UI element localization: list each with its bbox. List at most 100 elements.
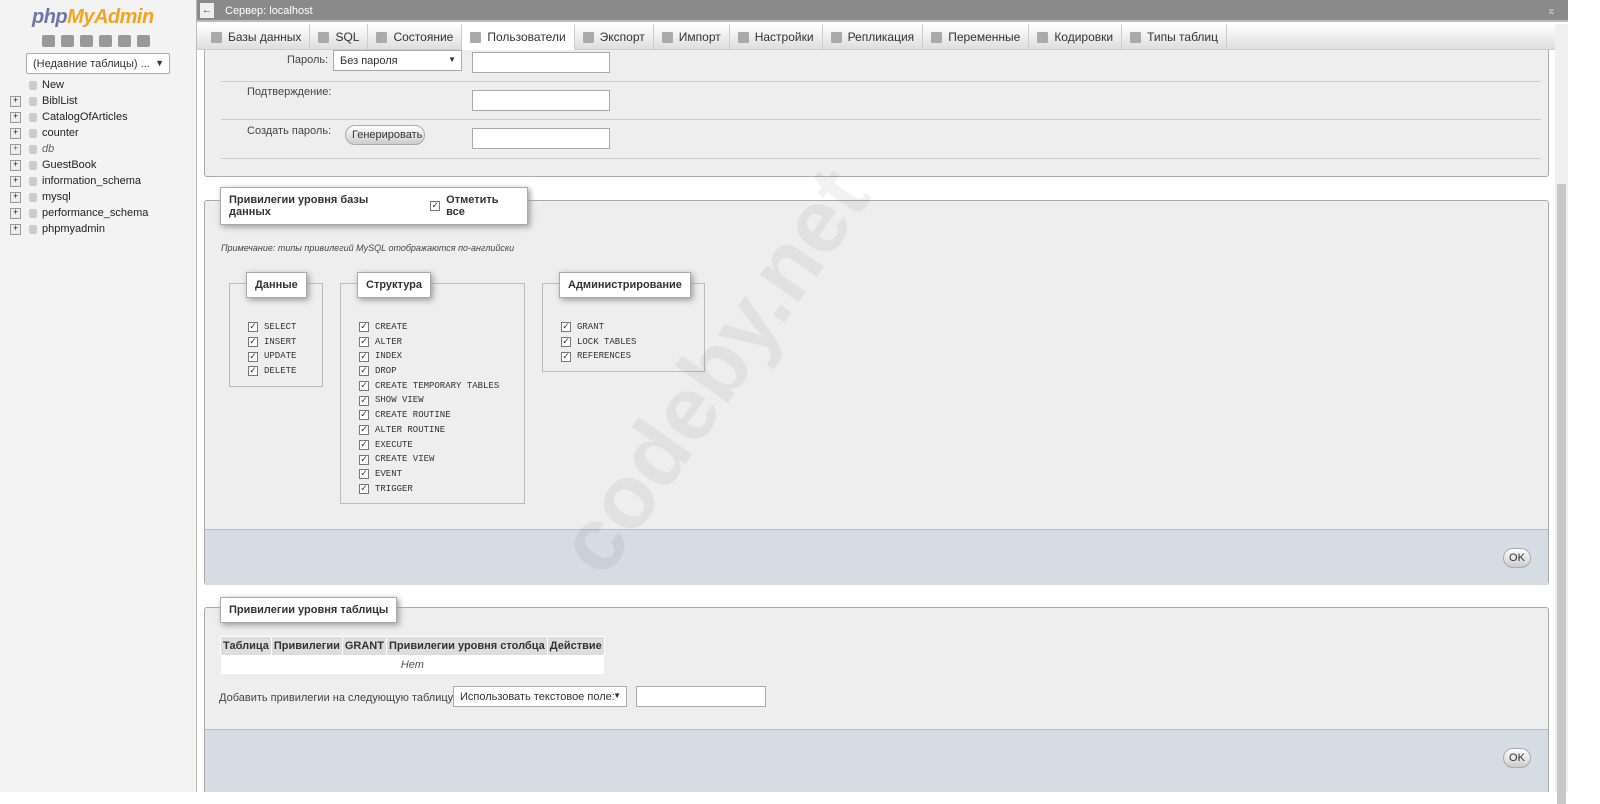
privilege-grant[interactable]: ✓ GRANT [561,320,636,335]
tab-import[interactable]: Импорт [654,24,730,50]
tab-status[interactable]: Состояние [368,24,463,50]
checkbox-checked-icon[interactable]: ✓ [359,483,369,494]
privilege-execute[interactable]: ✓ EXECUTE [359,438,499,453]
privilege-insert[interactable]: ✓ INSERT [248,335,296,350]
scrollbar-thumb[interactable] [1557,184,1566,804]
checkbox-checked-icon[interactable]: ✓ [430,201,441,211]
privilege-event[interactable]: ✓ EVENT [359,467,499,482]
db-guestbook[interactable]: GuestBook [10,157,148,173]
tab-variables[interactable]: Переменные [923,24,1030,50]
password-type-select[interactable]: Без пароля ▼ [333,50,462,71]
db-bibllist[interactable]: BiblList [10,93,148,109]
tab-label: Пользователи [487,30,566,44]
checkbox-checked-icon[interactable]: ✓ [359,351,369,362]
db-phpmyadmin[interactable]: phpmyadmin [10,221,148,237]
reload-icon[interactable] [137,35,150,47]
db-performance-schema[interactable]: performance_schema [10,205,148,221]
generate-label: Создать пароль: [247,125,332,137]
group-legend-data: Данные [246,272,307,298]
home-icon[interactable] [42,35,55,47]
db-privileges-legend: Привилегии уровня базы данных ✓ Отметить … [220,187,528,225]
privilege-lock-tables[interactable]: ✓ LOCK TABLES [561,335,636,350]
privilege-trigger[interactable]: ✓ TRIGGER [359,482,499,497]
confirm-password-input[interactable] [472,90,610,111]
checkbox-checked-icon[interactable]: ✓ [561,322,571,333]
db-counter[interactable]: counter [10,125,148,141]
checkbox-checked-icon[interactable]: ✓ [359,425,369,436]
privilege-alter-routine[interactable]: ✓ ALTER ROUTINE [359,423,499,438]
privilege-update[interactable]: ✓ UPDATE [248,349,296,364]
checkbox-checked-icon[interactable]: ✓ [359,454,369,465]
privilege-create-routine[interactable]: ✓ CREATE ROUTINE [359,408,499,423]
collapse-top-icon[interactable]: ⌅ [1547,4,1556,17]
checkbox-checked-icon[interactable]: ✓ [359,395,369,406]
table-name-input[interactable] [636,686,766,707]
check-all-checkbox[interactable]: ✓ Отметить все [430,194,519,218]
checkbox-checked-icon[interactable]: ✓ [248,366,258,377]
tab-engines[interactable]: Типы таблиц [1122,24,1228,50]
tab-export[interactable]: Экспорт [575,24,654,50]
privilege-index[interactable]: ✓ INDEX [359,349,499,364]
checkbox-checked-icon[interactable]: ✓ [248,337,258,348]
tab-databases[interactable]: Базы данных [203,24,311,50]
privilege-label: CREATE [375,322,408,332]
privilege-create-temporary-tables[interactable]: ✓ CREATE TEMPORARY TABLES [359,379,499,394]
docs-icon[interactable] [118,35,131,47]
checkbox-checked-icon[interactable]: ✓ [561,351,571,362]
db-privileges-ok-button[interactable]: OK [1503,548,1531,568]
db-mysql[interactable]: mysql [10,189,148,205]
privilege-select[interactable]: ✓ SELECT [248,320,296,335]
checkbox-checked-icon[interactable]: ✓ [359,337,369,348]
legend-title: Привилегии уровня базы данных [229,194,369,218]
checkbox-checked-icon[interactable]: ✓ [359,381,369,392]
query-window-icon[interactable] [80,35,93,47]
db-catalogofarticles[interactable]: CatalogOfArticles [10,109,148,125]
recent-tables-select[interactable]: (Недавние таблицы) ... ▼ [26,53,170,74]
checkbox-checked-icon[interactable]: ✓ [248,322,258,333]
variables-icon [931,31,943,43]
tab-charsets[interactable]: Кодировки [1029,24,1123,50]
privilege-label: CREATE VIEW [375,454,435,465]
privilege-create-view[interactable]: ✓ CREATE VIEW [359,452,499,467]
db-privileges-footer: OK [205,529,1548,585]
privilege-label: TRIGGER [375,483,413,494]
privilege-label: LOCK TABLES [577,336,637,347]
privilege-drop[interactable]: ✓ DROP [359,364,499,379]
privilege-label: EVENT [375,468,403,479]
privileges-note: Примечание: типы привилегий MySQL отобра… [221,243,515,253]
engines-icon [1130,31,1142,43]
table-privileges-ok-button[interactable]: OK [1503,748,1531,768]
help-icon[interactable] [99,35,112,47]
generate-password-button[interactable]: Генерировать [345,125,425,145]
tab-replication[interactable]: Репликация [823,24,924,50]
tab-label: SQL [335,30,360,44]
db-information-schema[interactable]: information_schema [10,173,148,189]
checkbox-checked-icon[interactable]: ✓ [359,439,369,450]
checkbox-checked-icon[interactable]: ✓ [359,366,369,377]
divider [221,158,1541,159]
privilege-create[interactable]: ✓ CREATE [359,320,499,335]
tab-sql[interactable]: SQL [310,24,369,50]
privilege-alter[interactable]: ✓ ALTER [359,335,499,350]
table-select[interactable]: Использовать текстовое поле: ▼ [453,686,627,707]
logout-icon[interactable] [61,35,74,47]
checkbox-checked-icon[interactable]: ✓ [359,322,369,333]
privilege-show-view[interactable]: ✓ SHOW VIEW [359,393,499,408]
server-breadcrumb[interactable]: Сервер: localhost [225,5,313,17]
privilege-references[interactable]: ✓ REFERENCES [561,349,636,364]
privilege-delete[interactable]: ✓ DELETE [248,364,296,379]
generated-password-input[interactable] [472,128,610,149]
db-new[interactable]: New [10,77,148,93]
checkbox-checked-icon[interactable]: ✓ [359,410,369,421]
tab-users[interactable]: Пользователи [462,24,575,50]
checkbox-checked-icon[interactable]: ✓ [359,469,369,480]
db-db[interactable]: db [10,141,148,157]
checkbox-checked-icon[interactable]: ✓ [248,351,258,362]
tab-label: Переменные [948,30,1021,44]
tab-settings[interactable]: Настройки [730,24,823,50]
checkbox-checked-icon[interactable]: ✓ [561,337,571,348]
password-input[interactable] [472,52,610,73]
phpmyadmin-logo[interactable]: phpMyAdmin [32,6,154,29]
vertical-scrollbar[interactable] [1555,24,1568,804]
collapse-sidebar-icon[interactable]: ← [200,3,214,18]
